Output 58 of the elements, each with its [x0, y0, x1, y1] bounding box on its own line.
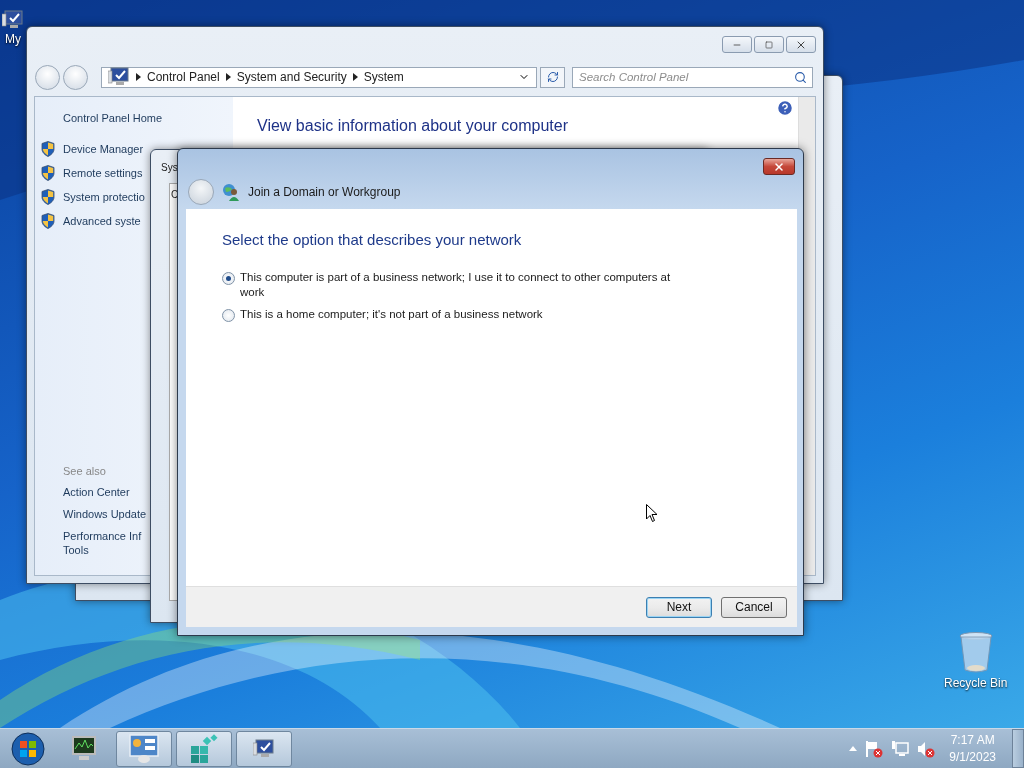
computer-icon [253, 738, 275, 759]
option-label[interactable]: This is a home computer; it's not part of a business network [240, 307, 543, 322]
search-icon [794, 70, 807, 84]
dialog-heading: Select the option that describes your network [222, 231, 523, 248]
address-bar[interactable]: Control Panel System and Security System [101, 66, 537, 88]
minimize-button[interactable] [722, 36, 752, 53]
breadcrumb-arrow-icon [352, 73, 358, 81]
breadcrumb-item[interactable]: System and Security [236, 70, 347, 84]
control-panel-icon [128, 733, 160, 764]
forward-button[interactable] [63, 64, 88, 90]
back-button[interactable] [35, 64, 60, 90]
start-button[interactable] [8, 730, 48, 767]
shield-icon [41, 189, 55, 205]
maximize-icon [765, 40, 773, 49]
close-icon [773, 160, 785, 173]
sidebar-link[interactable]: Device Manager [63, 142, 144, 156]
show-desktop-button[interactable] [1012, 729, 1024, 768]
computer-icon [108, 67, 130, 87]
breadcrumb-arrow-icon [225, 73, 231, 81]
option-label[interactable]: This computer is part of a business network; I use it to connect to other computers at work [240, 270, 692, 300]
shield-icon [41, 213, 55, 229]
flag-icon[interactable] [865, 739, 884, 758]
window-title: Sys [161, 162, 179, 173]
dialog-title: Join a Domain or Workgroup [248, 185, 401, 199]
dialog-button[interactable]: Cancel [721, 596, 787, 618]
mouse-cursor-icon [646, 504, 658, 523]
sidebar-link[interactable]: Advanced syste [63, 214, 141, 228]
search-field[interactable]: Search Control Panel [572, 66, 813, 88]
taskbar-button[interactable] [176, 730, 232, 767]
sidebar-link[interactable]: Remote settings [63, 166, 143, 180]
cubes-icon [188, 733, 220, 764]
recycle-bin-icon[interactable] [958, 632, 993, 674]
breadcrumb-arrow-icon [136, 73, 141, 81]
show-hidden-icons-icon[interactable] [849, 746, 858, 751]
radio-button[interactable] [222, 309, 235, 322]
help-icon[interactable] [776, 99, 794, 117]
desktop-icon-label[interactable]: My [5, 32, 21, 46]
sidebar-link[interactable]: System protectio [63, 190, 145, 204]
computer-icon [2, 10, 24, 30]
breadcrumb-item[interactable]: System [363, 70, 404, 84]
refresh-icon [546, 71, 559, 83]
dialog-button[interactable]: Next [646, 596, 712, 618]
monitor-chart-icon [69, 734, 99, 763]
radio-button[interactable] [222, 272, 235, 285]
network-icon[interactable] [891, 739, 910, 758]
section-label: See also [63, 465, 107, 477]
back-button[interactable] [188, 179, 214, 205]
shield-icon [41, 165, 55, 181]
breadcrumb-item[interactable]: Control Panel [147, 70, 220, 84]
refresh-button[interactable] [540, 66, 565, 88]
shield-icon [41, 141, 55, 157]
network-users-icon [222, 183, 240, 201]
page-heading: View basic information about your computer [257, 117, 569, 135]
close-button[interactable] [786, 36, 816, 53]
taskbar-button[interactable] [116, 730, 172, 767]
sidebar-link[interactable]: Control Panel Home [63, 111, 233, 125]
taskbar-button[interactable] [236, 730, 292, 767]
close-button[interactable] [763, 158, 795, 175]
